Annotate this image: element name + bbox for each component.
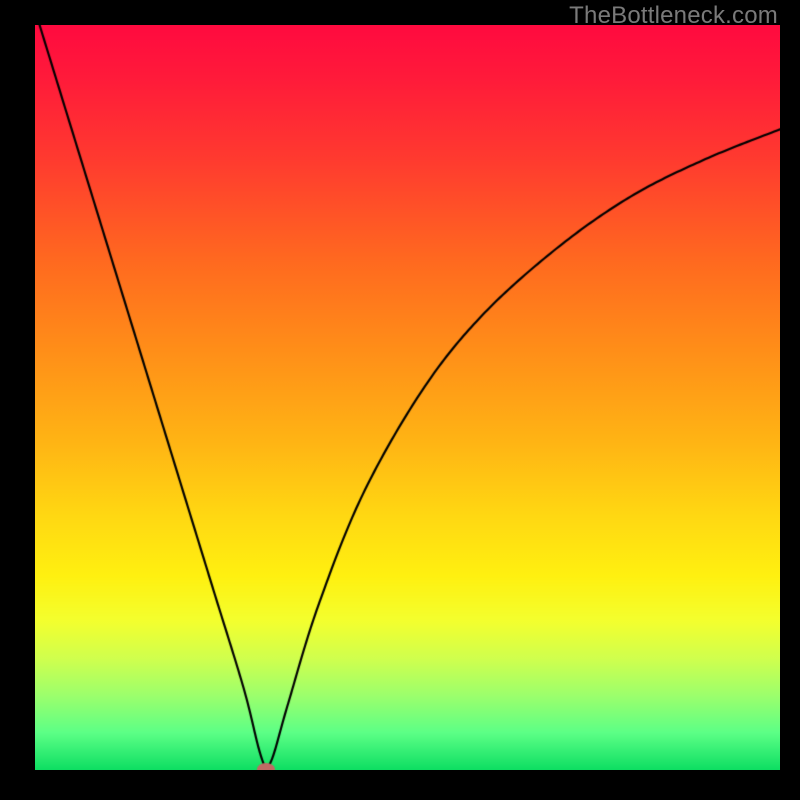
bottleneck-curve-canvas bbox=[35, 25, 780, 770]
plot-area bbox=[35, 25, 780, 770]
watermark-text: TheBottleneck.com bbox=[569, 2, 778, 30]
chart-frame: TheBottleneck.com bbox=[0, 0, 800, 800]
